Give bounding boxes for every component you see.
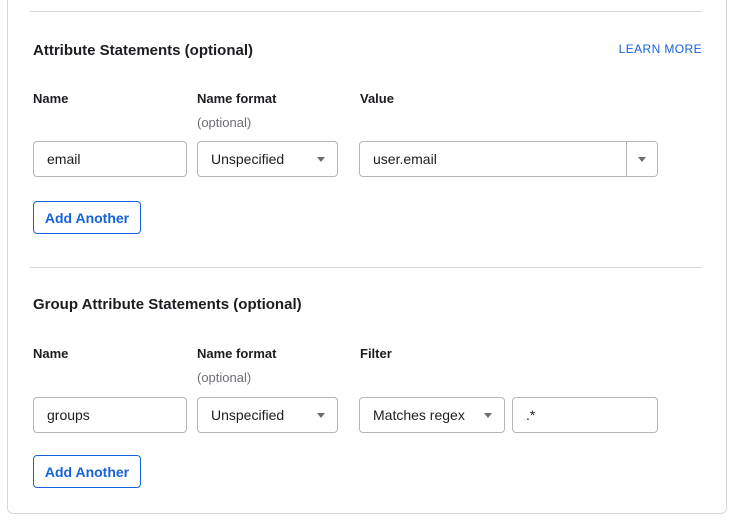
- add-another-attribute-button[interactable]: Add Another: [33, 201, 141, 234]
- chevron-down-icon: [317, 413, 325, 418]
- saml-settings-page: Attribute Statements (optional) LEARN MO…: [0, 0, 737, 530]
- group-filter-type-value: Matches regex: [373, 407, 465, 423]
- chevron-down-icon: [638, 157, 646, 162]
- attribute-name-format-value: Unspecified: [211, 151, 284, 167]
- group-attribute-statements-title: Group Attribute Statements (optional): [33, 297, 302, 313]
- chevron-down-icon: [317, 157, 325, 162]
- group-attribute-name-input[interactable]: [33, 397, 187, 433]
- mid-section-divider: [30, 267, 702, 268]
- column-header-value: Value: [360, 92, 394, 106]
- group-attribute-name-format-value: Unspecified: [211, 407, 284, 423]
- column-header-name: Name: [33, 347, 68, 361]
- settings-card: [7, 0, 727, 514]
- name-format-optional-note: (optional): [197, 371, 251, 385]
- column-header-name: Name: [33, 92, 68, 106]
- column-header-name-format: Name format: [197, 92, 276, 106]
- group-filter-type-select[interactable]: Matches regex: [359, 397, 505, 433]
- group-filter-value-input[interactable]: [512, 397, 658, 433]
- attribute-value-input[interactable]: [360, 142, 626, 176]
- attribute-value-dropdown-button[interactable]: [626, 142, 657, 176]
- column-header-filter: Filter: [360, 347, 392, 361]
- attribute-statements-title: Attribute Statements (optional): [33, 43, 253, 59]
- column-header-name-format: Name format: [197, 347, 276, 361]
- learn-more-link[interactable]: LEARN MORE: [619, 42, 702, 56]
- name-format-optional-note: (optional): [197, 116, 251, 130]
- add-another-group-attribute-button[interactable]: Add Another: [33, 455, 141, 488]
- attribute-name-input[interactable]: [33, 141, 187, 177]
- chevron-down-icon: [484, 413, 492, 418]
- attribute-name-format-select[interactable]: Unspecified: [197, 141, 338, 177]
- attribute-value-combo: [359, 141, 658, 177]
- top-section-divider: [30, 11, 702, 12]
- group-attribute-name-format-select[interactable]: Unspecified: [197, 397, 338, 433]
